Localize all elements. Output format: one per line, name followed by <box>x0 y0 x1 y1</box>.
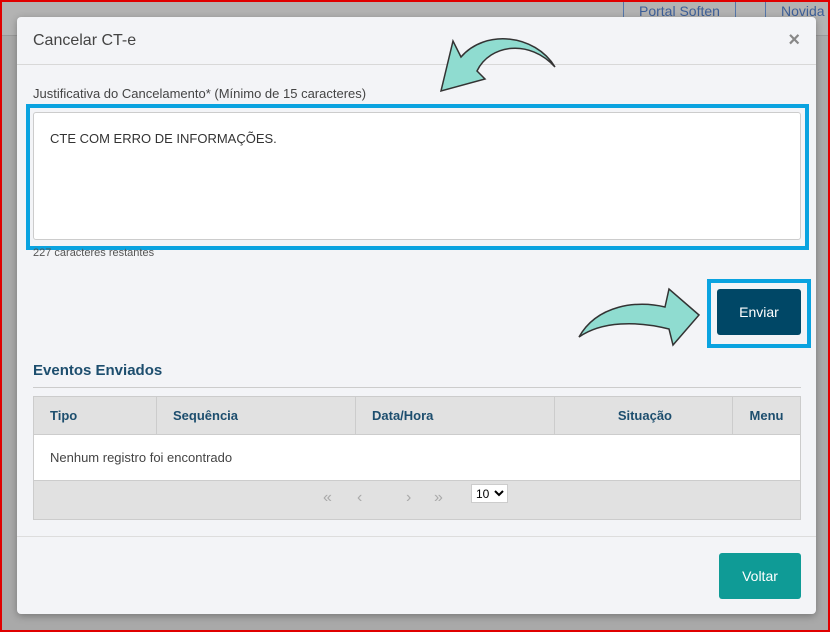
justification-label: Justificativa do Cancelamento* (Mínimo d… <box>33 86 367 101</box>
justification-textarea[interactable]: CTE COM ERRO DE INFORMAÇÕES. <box>33 112 801 240</box>
arrow-icon <box>439 38 556 93</box>
modal-header: Cancelar CT-e × <box>17 17 816 65</box>
cancel-cte-modal: Cancelar CT-e × Justificativa do Cancela… <box>17 17 816 614</box>
column-data-hora[interactable]: Data/Hora <box>356 397 555 434</box>
empty-message: Nenhum registro foi encontrado <box>34 435 800 481</box>
column-situacao[interactable]: Situação <box>555 397 733 434</box>
prev-page-icon[interactable]: ‹ <box>357 489 362 507</box>
events-title: Eventos Enviados <box>33 362 163 379</box>
pagination: « ‹ › » 10 <box>34 481 800 519</box>
next-page-icon[interactable]: › <box>406 489 411 507</box>
column-menu[interactable]: Menu <box>733 397 800 434</box>
send-button[interactable]: Enviar <box>717 289 801 335</box>
arrow-icon <box>578 287 701 347</box>
events-table: Tipo Sequência Data/Hora Situação Menu N… <box>33 396 801 520</box>
table-header: Tipo Sequência Data/Hora Situação Menu <box>34 397 800 435</box>
divider <box>17 536 816 537</box>
divider <box>33 387 801 388</box>
last-page-icon[interactable]: » <box>434 489 443 507</box>
column-sequencia[interactable]: Sequência <box>157 397 356 434</box>
column-tipo[interactable]: Tipo <box>34 397 157 434</box>
back-button[interactable]: Voltar <box>719 553 801 599</box>
remaining-characters: 227 caracteres restantes <box>33 247 155 259</box>
page-size-select[interactable]: 10 <box>471 484 508 503</box>
modal-title: Cancelar CT-e <box>33 31 137 49</box>
first-page-icon[interactable]: « <box>323 489 332 507</box>
close-icon[interactable]: × <box>788 29 800 52</box>
